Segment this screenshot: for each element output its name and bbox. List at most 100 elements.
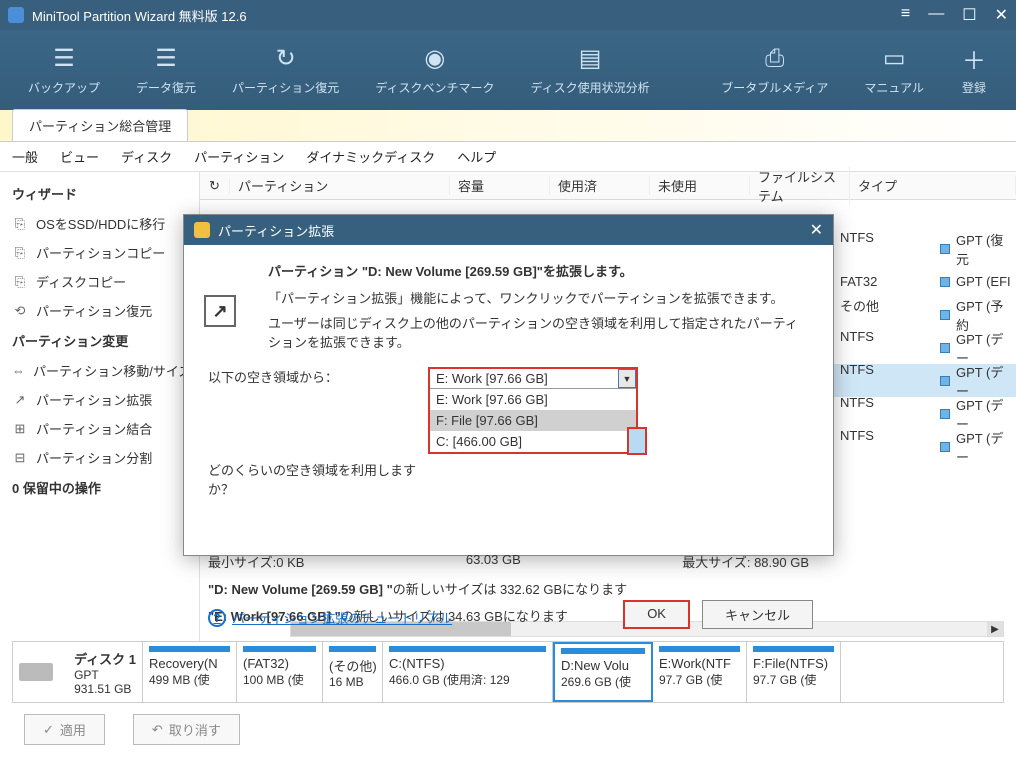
th-type[interactable]: タイプ xyxy=(850,176,1016,195)
merge-icon: ⊞ xyxy=(12,421,28,437)
partition-size: 269.6 GB (使 xyxy=(561,673,645,690)
dialog-titlebar: パーティション拡張 ✕ xyxy=(184,215,833,245)
usage-bar xyxy=(753,646,834,652)
extend-icon: ↗ xyxy=(12,392,28,408)
partition-name: (その他) xyxy=(329,656,376,675)
scroll-right-icon[interactable]: ▶ xyxy=(987,622,1003,636)
sidebar-change-title: パーティション変更 xyxy=(0,325,199,356)
type-swatch-icon xyxy=(940,442,950,452)
sidebar-migrate-os[interactable]: ⎘OSをSSD/HDDに移行 xyxy=(0,209,199,238)
disk-panel: ディスク 1GPT931.51 GBRecovery(N499 MB (使(FA… xyxy=(12,641,1004,703)
tab-partition-management[interactable]: パーティション総合管理 xyxy=(12,109,188,141)
menu-view[interactable]: ビュー xyxy=(60,147,99,166)
migrate-icon: ⎘ xyxy=(12,216,28,232)
sidebar-move-resize[interactable]: ⇔パーティション移動/サイズ xyxy=(0,356,199,385)
help-icon: ? xyxy=(208,609,226,627)
partition-card[interactable]: (FAT32)100 MB (使 xyxy=(237,642,323,702)
partition-card[interactable]: (その他)16 MB xyxy=(323,642,383,702)
type-swatch-icon xyxy=(940,244,950,254)
result-line-1: "D: New Volume [269.59 GB] "の新しいサイズは 332… xyxy=(208,579,809,598)
recover-icon: ⟲ xyxy=(12,303,28,319)
dropdown-list: E: Work [97.66 GB] F: File [97.66 GB] C:… xyxy=(430,389,636,452)
partition-name: D:New Volu xyxy=(561,658,645,673)
toolbar-benchmark[interactable]: ◉ディスクベンチマーク xyxy=(357,39,512,102)
sidebar-extend[interactable]: ↗パーティション拡張 xyxy=(0,385,199,414)
apply-button[interactable]: ✓適用 xyxy=(24,714,105,745)
dialog-logo-icon xyxy=(194,222,210,238)
type-swatch-icon xyxy=(940,409,950,419)
toolbar-manual-label: マニュアル xyxy=(864,79,924,96)
window-buttons: ≡ — ☐ ✕ xyxy=(901,5,1008,25)
sidebar-merge[interactable]: ⊞パーティション結合 xyxy=(0,414,199,443)
menu-dynamicdisk[interactable]: ダイナミックディスク xyxy=(306,147,435,166)
toolbar-bootmedia[interactable]: ⎙ ブータブルメディア xyxy=(703,39,846,102)
min-size: 最小サイズ:0 KB xyxy=(208,552,304,571)
partition-name: Recovery(N xyxy=(149,656,230,671)
toolbar-datarecovery[interactable]: ☰データ復元 xyxy=(118,39,214,102)
undo-icon: ↶ xyxy=(152,722,163,738)
form-row-howmuch: どのくらいの空き領域を利用しますか？ xyxy=(208,460,809,498)
toolbar-register[interactable]: ＋登録 xyxy=(942,39,1006,102)
bootmedia-icon: ⎙ xyxy=(761,45,789,73)
partition-size: 466.0 GB (使用済: 129 xyxy=(389,671,546,688)
menu-general[interactable]: 一般 xyxy=(12,147,38,166)
minimize-icon[interactable]: — xyxy=(928,5,944,25)
toolbar-bootmedia-label: ブータブルメディア xyxy=(721,79,828,96)
dialog-headline: パーティション "D: New Volume [269.59 GB]"を拡張しま… xyxy=(268,261,809,280)
cancel-button[interactable]: キャンセル xyxy=(702,600,813,629)
disk-icon xyxy=(19,663,53,681)
dialog-close-icon[interactable]: ✕ xyxy=(810,220,823,240)
toolbar-datarecovery-label: データ復元 xyxy=(136,79,196,96)
sidebar-split[interactable]: ⊟パーティション分割 xyxy=(0,443,199,472)
partition-card[interactable]: C:(NTFS)466.0 GB (使用済: 129 xyxy=(383,642,553,702)
menu-help[interactable]: ヘルプ xyxy=(457,147,496,166)
sidebar-copy-partition[interactable]: ⎘パーティションコピー xyxy=(0,238,199,267)
tutorial-link[interactable]: ? パーティション拡張のチュートリアル xyxy=(208,608,452,627)
toolbar-register-label: 登録 xyxy=(962,79,986,96)
sidebar-wizard-title: ウィザード xyxy=(0,178,199,209)
dropdown-option[interactable]: F: File [97.66 GB] xyxy=(430,410,636,431)
menu-icon[interactable]: ≡ xyxy=(901,5,910,25)
partition-card[interactable]: F:File(NTFS)97.7 GB (使 xyxy=(747,642,841,702)
partrecovery-icon: ↻ xyxy=(272,45,300,73)
sidebar-recover-partition[interactable]: ⟲パーティション復元 xyxy=(0,296,199,325)
th-unused[interactable]: 未使用 xyxy=(650,176,750,195)
th-capacity[interactable]: 容量 xyxy=(450,176,550,195)
partition-size: 499 MB (使 xyxy=(149,671,230,688)
refresh-button[interactable]: ↻ xyxy=(200,178,230,194)
partition-card[interactable]: E:Work(NTF97.7 GB (使 xyxy=(653,642,747,702)
toolbar-usage[interactable]: ▤ディスク使用状況分析 xyxy=(512,39,667,102)
dropdown-option[interactable]: C: [466.00 GB] xyxy=(430,431,636,452)
partition-card[interactable]: Recovery(N499 MB (使 xyxy=(143,642,237,702)
cell-filesystem: NTFS xyxy=(840,230,940,268)
usage-bar xyxy=(243,646,316,652)
menu-disk[interactable]: ディスク xyxy=(121,147,172,166)
th-filesystem[interactable]: ファイルシステム xyxy=(750,167,850,205)
sidebar-copy-disk[interactable]: ⎘ディスクコピー xyxy=(0,267,199,296)
slider-handle[interactable] xyxy=(627,427,647,455)
titlebar: MiniTool Partition Wizard 無料版 12.6 ≡ — ☐… xyxy=(0,0,1016,30)
ok-button[interactable]: OK xyxy=(623,600,690,629)
dropdown-toggle-icon[interactable]: ▼ xyxy=(618,369,636,388)
partition-size: 97.7 GB (使 xyxy=(659,671,740,688)
undo-button[interactable]: ↶取り消す xyxy=(133,714,240,745)
toolbar-manual[interactable]: ▭マニュアル xyxy=(846,39,942,102)
dropdown-freespace[interactable]: E: Work [97.66 GB] ▼ E: Work [97.66 GB] … xyxy=(428,367,638,454)
form-row-from: 以下の空き領域から： E: Work [97.66 GB] ▼ E: Work … xyxy=(208,367,809,454)
toolbar-partitionrecovery[interactable]: ↻パーティション復元 xyxy=(214,39,357,102)
benchmark-icon: ◉ xyxy=(421,45,449,73)
menu-partition[interactable]: パーティション xyxy=(194,147,284,166)
partition-card[interactable]: D:New Volu269.6 GB (使 xyxy=(553,642,653,702)
close-icon[interactable]: ✕ xyxy=(995,5,1008,25)
app-logo-icon xyxy=(8,7,24,23)
dropdown-option[interactable]: E: Work [97.66 GB] xyxy=(430,389,636,410)
table-header: ↻ パーティション 容量 使用済 未使用 ファイルシステム タイプ xyxy=(200,172,1016,200)
maximize-icon[interactable]: ☐ xyxy=(962,5,976,25)
dialog-body: パーティション "D: New Volume [269.59 GB]"を拡張しま… xyxy=(184,245,833,641)
disk-header[interactable]: ディスク 1GPT931.51 GB xyxy=(13,642,143,702)
th-used[interactable]: 使用済 xyxy=(550,176,650,195)
toolbar-backup[interactable]: ☰バックアップ xyxy=(10,39,118,102)
sidebar-pending-title: 0 保留中の操作 xyxy=(0,472,199,503)
th-partition[interactable]: パーティション xyxy=(230,176,450,195)
type-swatch-icon xyxy=(940,310,950,320)
